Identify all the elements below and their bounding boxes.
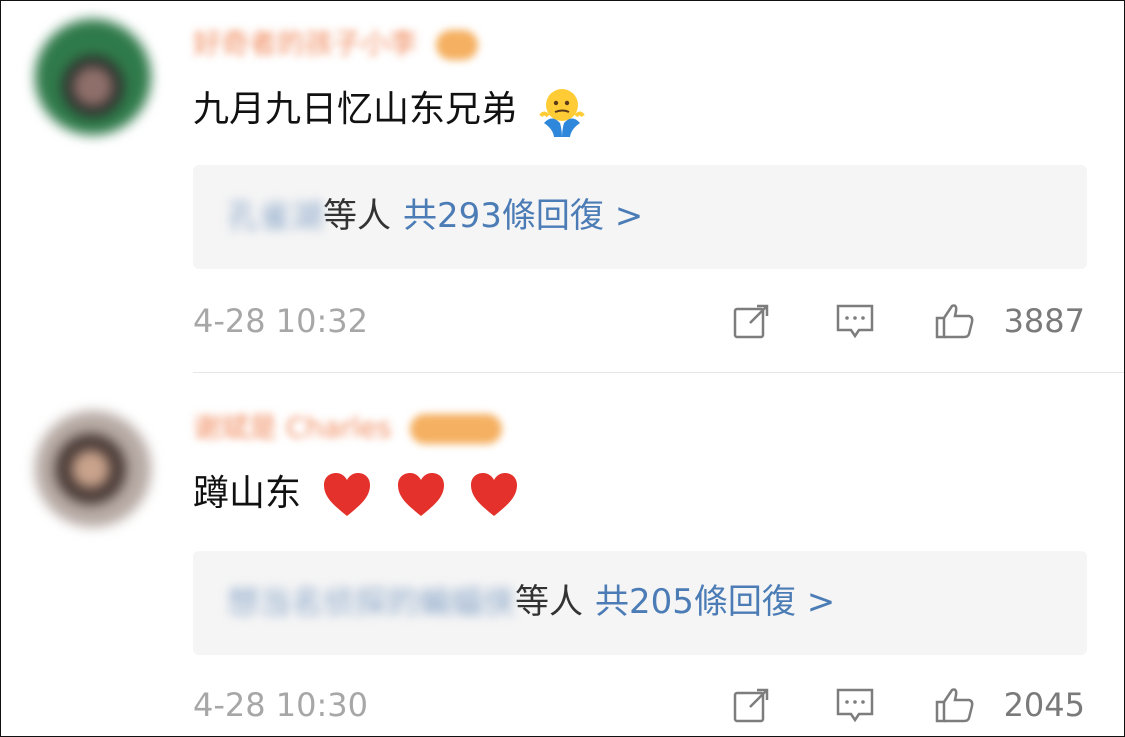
- reply-suffix: 等人: [323, 195, 392, 236]
- view-replies-link[interactable]: 共205條回復 >: [595, 574, 835, 630]
- comment-card: 谢斌是 Charles 蹲山东 想当名侦探的蝙蝠侠等人 共205條回復 > 4-2…: [1, 373, 1124, 737]
- comment-meta: 4-28 10:32 3887: [193, 297, 1085, 345]
- reply-preview[interactable]: 孔雀湖等人 共293條回復 >: [193, 165, 1087, 269]
- view-replies-link[interactable]: 共293條回復 >: [403, 188, 643, 244]
- comment-text: 蹲山东: [193, 469, 521, 520]
- heart-icon: [397, 473, 444, 516]
- like-count: 2045: [1003, 686, 1085, 724]
- avatar[interactable]: [35, 19, 151, 135]
- timestamp: 4-28 10:32: [193, 302, 369, 340]
- username[interactable]: 好奇者的孩子小李: [193, 19, 603, 69]
- comment-text: 九月九日忆山东兄弟: [193, 85, 588, 137]
- reply-row: 想当名侦探的蝙蝠侠等人 共205條回復 >: [227, 573, 835, 629]
- replier-name[interactable]: 想当名侦探的蝙蝠侠: [227, 574, 515, 630]
- replier-name[interactable]: 孔雀湖: [227, 188, 323, 244]
- like-count: 3887: [1003, 302, 1085, 340]
- heart-icon: [324, 473, 371, 516]
- reply-preview[interactable]: 想当名侦探的蝙蝠侠等人 共205條回復 >: [193, 551, 1087, 655]
- vip-badge: [410, 414, 503, 444]
- vip-badge: [435, 30, 478, 60]
- share-icon[interactable]: [733, 303, 773, 339]
- reply-suffix: 等人: [515, 581, 584, 622]
- comment-card: 好奇者的孩子小李 九月九日忆山东兄弟 孔雀湖等人 共293條回復 > 4-28 1…: [1, 1, 1124, 373]
- thumbs-up-icon[interactable]: [935, 303, 975, 339]
- comment-meta: 4-28 10:30 2045: [193, 681, 1085, 729]
- reply-row: 孔雀湖等人 共293條回復 >: [227, 187, 643, 243]
- avatar[interactable]: [35, 411, 151, 527]
- timestamp: 4-28 10:30: [193, 686, 369, 724]
- username[interactable]: 谢斌是 Charles: [193, 403, 583, 453]
- thumbs-up-icon[interactable]: [935, 687, 975, 723]
- heart-icon: [471, 473, 518, 516]
- share-icon[interactable]: [733, 687, 773, 723]
- comment-icon[interactable]: [835, 303, 875, 339]
- comment-icon[interactable]: [835, 687, 875, 723]
- shrug-icon: [539, 89, 586, 137]
